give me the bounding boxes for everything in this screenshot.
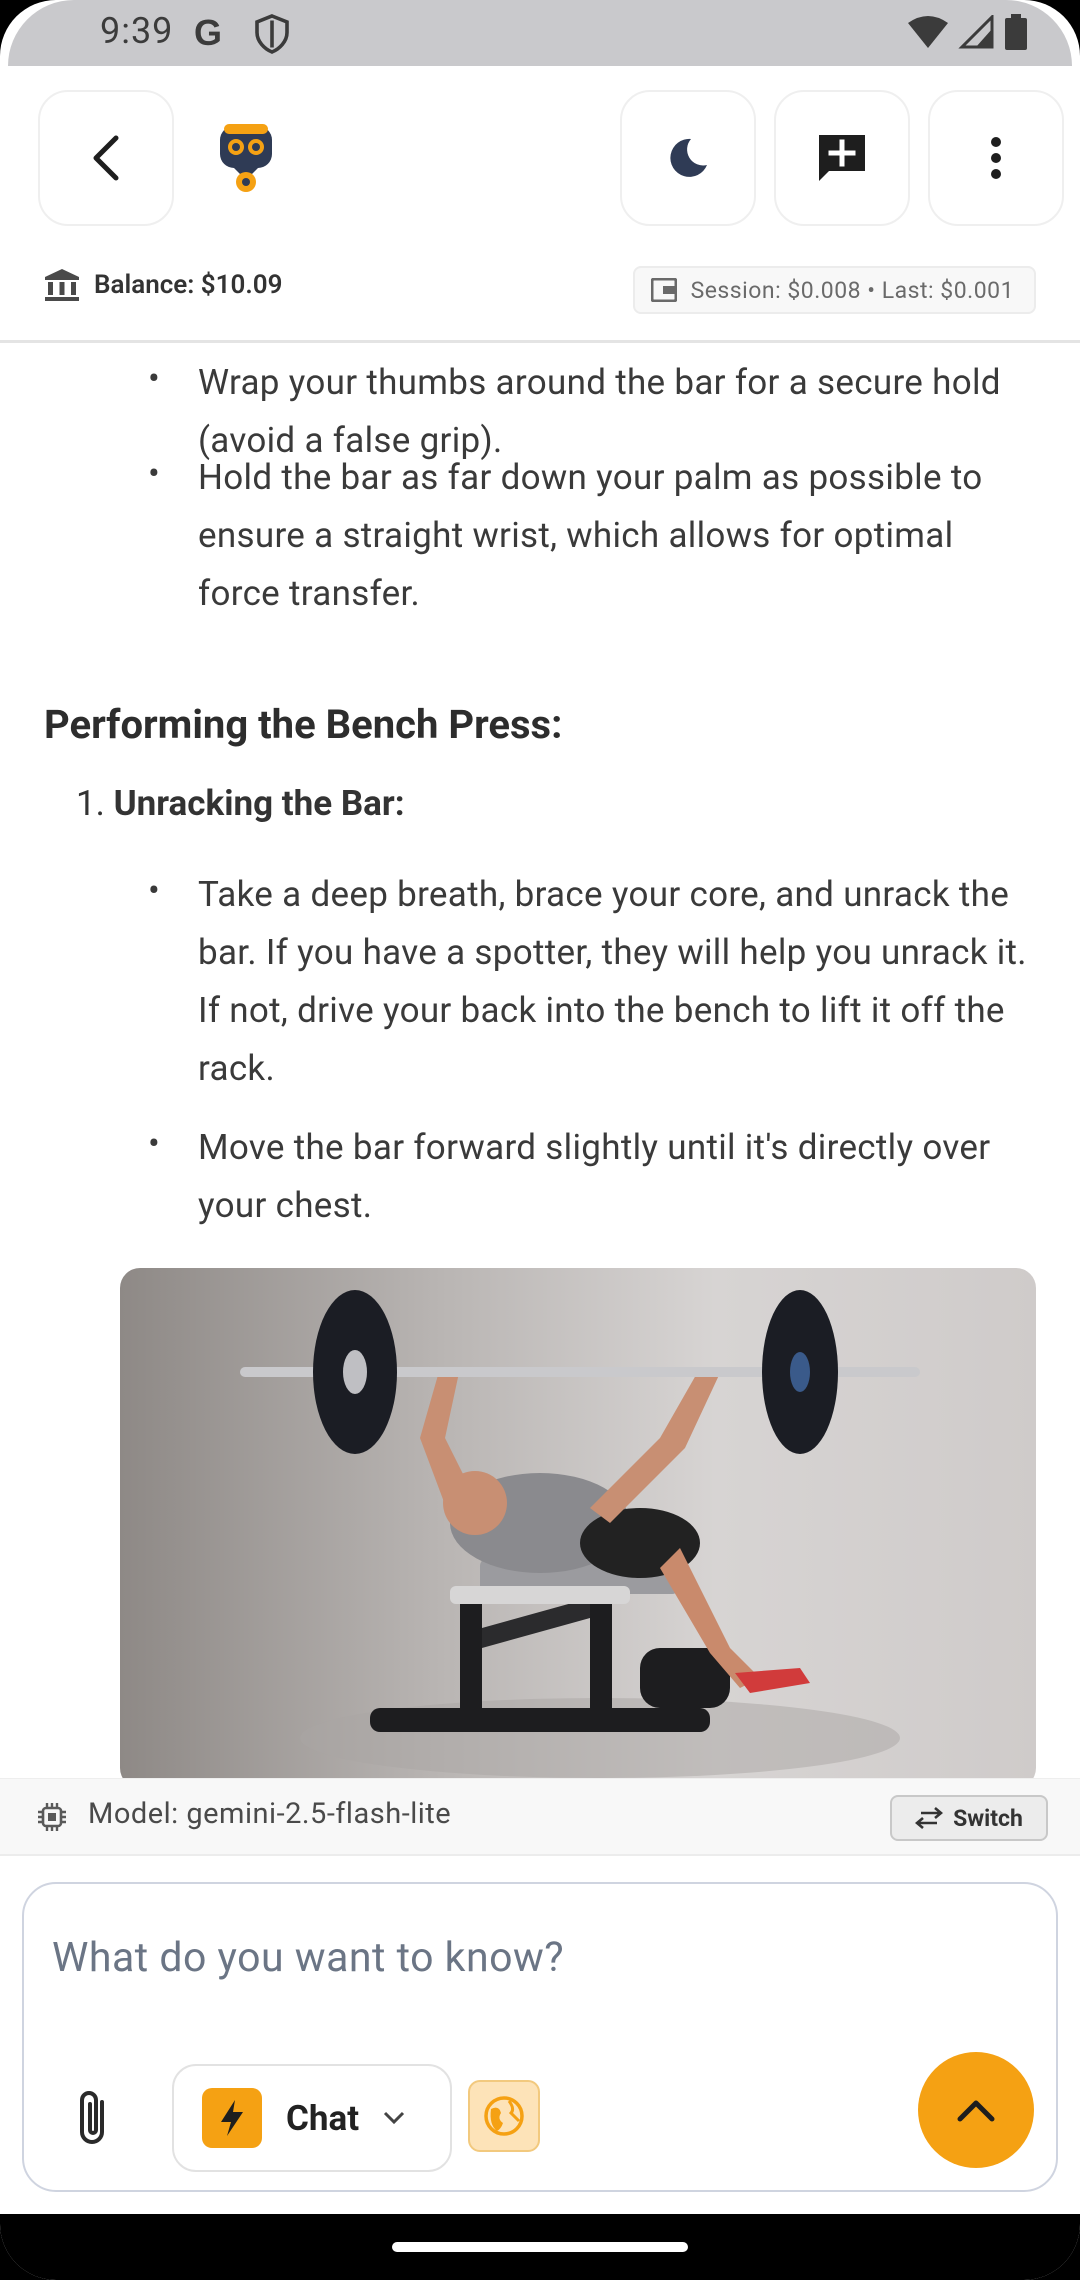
bullet-marker: • bbox=[148, 358, 160, 399]
app-header: Balance: $10.09 Session: $0.008 • Last: … bbox=[0, 66, 1080, 336]
bank-icon bbox=[45, 269, 79, 301]
wallet-icon bbox=[650, 278, 677, 302]
app-logo[interactable] bbox=[196, 108, 296, 208]
step-title: Unracking the Bar: bbox=[113, 783, 405, 824]
swap-icon bbox=[915, 1807, 944, 1829]
globe-icon bbox=[484, 2096, 524, 2136]
web-search-toggle[interactable] bbox=[468, 2080, 540, 2152]
chat-message-content: • Wrap your thumbs around the bar for a … bbox=[0, 343, 1080, 1778]
robot-logo-icon bbox=[220, 124, 272, 192]
back-icon bbox=[93, 135, 119, 181]
session-cost-badge: Session: $0.008 • Last: $0.001 bbox=[632, 266, 1036, 314]
app-screen: 9:39 G Balance: $10.09 Session: $0.008 •… bbox=[0, 0, 1080, 2280]
list-item: Take a deep breath, brace your core, and… bbox=[198, 874, 1027, 1089]
chat-input-box[interactable]: What do you want to know? Chat bbox=[22, 1882, 1058, 2192]
shield-icon bbox=[255, 14, 289, 54]
bullet-marker: • bbox=[148, 1123, 160, 1164]
switch-model-button[interactable]: Switch bbox=[890, 1795, 1048, 1841]
status-icons bbox=[908, 14, 1028, 50]
back-button[interactable] bbox=[38, 90, 174, 226]
more-vert-icon bbox=[991, 137, 1001, 179]
chevron-up-icon bbox=[957, 2100, 995, 2122]
numbered-step: 1. Unracking the Bar: bbox=[76, 783, 405, 824]
mode-selector[interactable]: Chat bbox=[172, 2064, 452, 2172]
switch-label: Switch bbox=[953, 1804, 1023, 1832]
new-chat-icon bbox=[819, 135, 865, 181]
message-input[interactable]: What do you want to know? bbox=[52, 1934, 564, 1982]
chip-icon bbox=[38, 1803, 66, 1831]
home-indicator[interactable] bbox=[392, 2242, 688, 2252]
bullet-marker: • bbox=[148, 453, 160, 494]
more-options-button[interactable] bbox=[928, 90, 1064, 226]
status-bar: 9:39 G bbox=[8, 0, 1072, 66]
status-time: 9:39 bbox=[100, 10, 174, 52]
google-g-icon: G bbox=[194, 12, 223, 53]
list-item: Move the bar forward slightly until it's… bbox=[198, 1127, 991, 1226]
step-number: 1. bbox=[76, 783, 105, 824]
attach-icon[interactable] bbox=[68, 2088, 118, 2148]
signal-icon bbox=[958, 15, 994, 49]
balance-row: Balance: $10.09 Session: $0.008 • Last: … bbox=[0, 262, 1080, 336]
model-label: Model: gemini-2.5-flash-lite bbox=[88, 1797, 452, 1831]
navigation-bar bbox=[0, 2214, 1080, 2280]
list-item: Hold the bar as far down your palm as po… bbox=[198, 457, 983, 614]
dark-mode-button[interactable] bbox=[620, 90, 756, 226]
dark-mode-icon bbox=[670, 138, 707, 177]
battery-icon bbox=[1005, 14, 1027, 50]
new-chat-button[interactable] bbox=[774, 90, 910, 226]
chevron-down-icon bbox=[384, 2111, 405, 2125]
balance-text: Balance: $10.09 bbox=[94, 270, 283, 300]
mode-label: Chat bbox=[286, 2097, 360, 2139]
bench-press-illustration bbox=[240, 1290, 920, 1778]
bench-press-image[interactable] bbox=[120, 1268, 1036, 1778]
wifi-icon bbox=[908, 16, 948, 48]
section-heading: Performing the Bench Press: bbox=[44, 701, 563, 748]
session-cost-text: Session: $0.008 • Last: $0.001 bbox=[690, 276, 1014, 304]
send-button[interactable] bbox=[918, 2052, 1034, 2168]
bolt-icon bbox=[202, 2088, 262, 2148]
model-bar: Model: gemini-2.5-flash-lite Switch bbox=[0, 1778, 1080, 1856]
balance-display: Balance: $10.09 bbox=[44, 268, 282, 302]
bullet-marker: • bbox=[148, 870, 160, 911]
